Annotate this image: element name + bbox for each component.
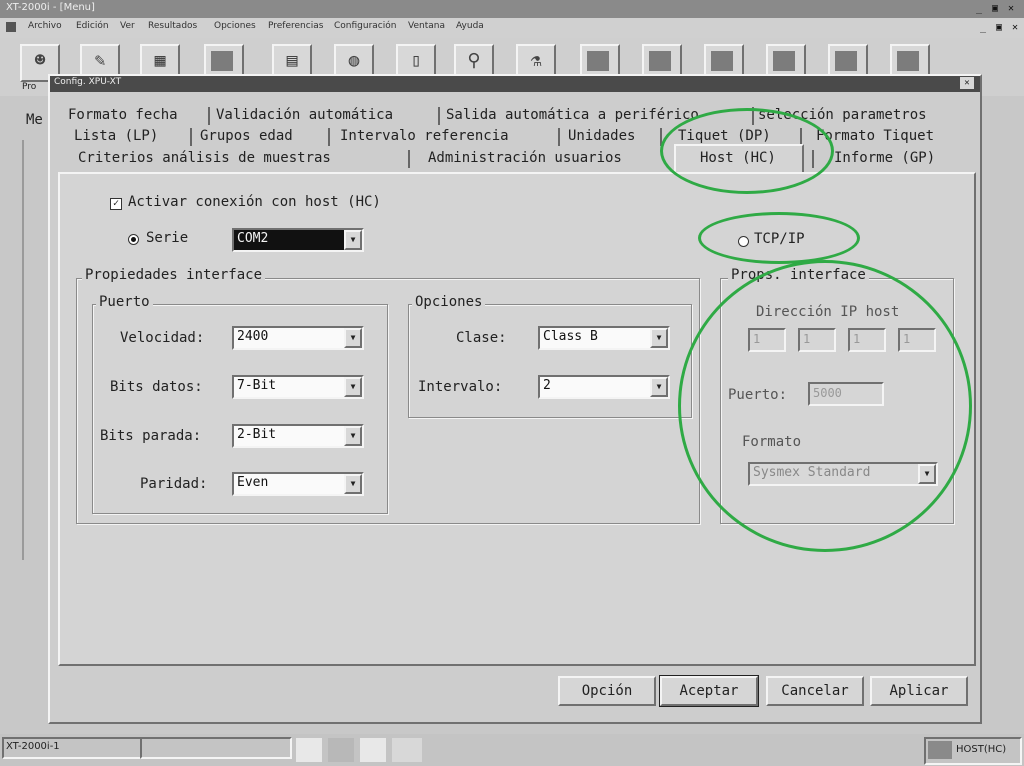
window-icon[interactable] — [360, 738, 386, 762]
paridad-select[interactable]: Even ▼ — [232, 472, 364, 496]
bits-datos-value: 7-Bit — [237, 378, 277, 393]
velocidad-label: Velocidad: — [120, 330, 205, 346]
opciones-group-title: Opciones — [412, 294, 486, 310]
intervalo-select[interactable]: 2 ▼ — [538, 375, 670, 399]
paridad-value: Even — [237, 475, 269, 490]
clase-label: Clase: — [456, 330, 507, 346]
tab-formato-tiquet[interactable]: Formato Tiquet — [816, 128, 934, 144]
statusbar: XT-2000i-1 HOST(HC) — [0, 734, 1024, 766]
annotation-host-tab — [660, 108, 834, 194]
mdi-minimize-button[interactable]: _ — [976, 22, 990, 34]
app-title: XT-2000i - [Menu] — [6, 2, 95, 13]
serie-radio[interactable] — [128, 234, 139, 245]
dialog-title: Config. XPU-XT — [54, 77, 122, 87]
menu-edicion[interactable]: Edición — [76, 21, 109, 31]
chevron-down-icon[interactable]: ▼ — [344, 230, 362, 250]
dialog-titlebar: Config. XPU-XT ✕ — [50, 76, 980, 92]
tab-separator — [438, 107, 440, 125]
tab-lista-lp[interactable]: Lista (LP) — [74, 128, 158, 144]
activate-host-checkbox[interactable]: ✓ — [110, 198, 122, 210]
aceptar-button[interactable]: Aceptar — [659, 675, 759, 707]
toolbar-label: Pro — [22, 82, 37, 92]
menu-preferencias[interactable]: Preferencias — [268, 21, 323, 31]
puerto-group-title: Puerto — [96, 294, 153, 310]
tab-salida-automatica[interactable]: Salida automática a periférico — [446, 107, 699, 123]
menu-ventana[interactable]: Ventana — [408, 21, 445, 31]
chevron-down-icon[interactable]: ▼ — [344, 474, 362, 494]
close-button[interactable]: ✕ — [1004, 3, 1018, 15]
intervalo-value: 2 — [543, 378, 551, 393]
cancelar-button[interactable]: Cancelar — [766, 676, 864, 706]
mdi-maximize-button[interactable]: ▣ — [992, 22, 1006, 34]
statusbar-cell-host: HOST(HC) — [924, 737, 1022, 765]
maximize-button[interactable]: ▣ — [988, 3, 1002, 15]
dialog-close-button[interactable]: ✕ — [960, 77, 974, 89]
chevron-down-icon[interactable]: ▼ — [344, 377, 362, 397]
host-icon — [928, 741, 952, 759]
annotation-tcpip — [698, 212, 860, 264]
menubar: Archivo Edición Ver Resultados Opciones … — [0, 18, 1024, 38]
bits-parada-select[interactable]: 2-Bit ▼ — [232, 424, 364, 448]
mdi-close-button[interactable]: ✕ — [1008, 22, 1022, 34]
tab-informe-gp[interactable]: Informe (GP) — [834, 150, 935, 166]
chevron-down-icon[interactable]: ▼ — [344, 328, 362, 348]
tab-grupos-edad[interactable]: Grupos edad — [200, 128, 293, 144]
velocidad-value: 2400 — [237, 329, 269, 344]
annotation-tcpip-properties — [678, 260, 972, 552]
statusbar-cell-empty — [140, 737, 292, 759]
interface-properties-title: Propiedades interface — [82, 267, 266, 283]
statusbar-instrument: XT-2000i-1 — [6, 741, 60, 752]
opciones-group — [408, 304, 692, 418]
tab-separator — [208, 107, 210, 125]
bits-parada-label: Bits parada: — [100, 428, 202, 444]
statusbar-host: HOST(HC) — [956, 744, 1007, 755]
activate-host-label: Activar conexión con host (HC) — [128, 194, 381, 210]
tab-unidades[interactable]: Unidades — [568, 128, 635, 144]
paridad-label: Paridad: — [140, 476, 208, 492]
chevron-down-icon[interactable]: ▼ — [650, 328, 668, 348]
tab-separator — [190, 128, 192, 146]
minimize-button[interactable]: _ — [972, 3, 986, 15]
pen-icon[interactable] — [328, 738, 354, 762]
menu-ver[interactable]: Ver — [120, 21, 135, 31]
serie-port-select[interactable]: COM2 ▼ — [232, 228, 364, 252]
printer-icon[interactable] — [296, 738, 322, 762]
app-menu-icon[interactable] — [6, 22, 16, 32]
menu-opciones[interactable]: Opciones — [214, 21, 256, 31]
chevron-down-icon[interactable]: ▼ — [344, 426, 362, 446]
bits-datos-label: Bits datos: — [110, 379, 203, 395]
tab-validacion-automatica[interactable]: Validación automática — [216, 107, 393, 123]
serie-port-value: COM2 — [237, 231, 269, 246]
velocidad-select[interactable]: 2400 ▼ — [232, 326, 364, 350]
aplicar-button[interactable]: Aplicar — [870, 676, 968, 706]
tab-separator — [558, 128, 560, 146]
tab-criterios-analisis[interactable]: Criterios análisis de muestras — [78, 150, 331, 166]
statusbar-cell-instrument: XT-2000i-1 — [2, 737, 142, 759]
serie-label: Serie — [146, 230, 189, 246]
chevron-down-icon[interactable]: ▼ — [650, 377, 668, 397]
menu-configuracion[interactable]: Configuración — [334, 21, 396, 31]
app-titlebar: XT-2000i - [Menu] _ ▣ ✕ — [0, 0, 1024, 18]
clipboard-icon[interactable] — [392, 738, 422, 762]
tab-administracion-usuarios[interactable]: Administración usuarios — [428, 150, 622, 166]
tab-intervalo-referencia[interactable]: Intervalo referencia — [340, 128, 509, 144]
opcion-button[interactable]: Opción — [558, 676, 656, 706]
bits-parada-value: 2-Bit — [237, 427, 277, 442]
tab-separator — [328, 128, 330, 146]
background-divider — [22, 140, 24, 560]
menu-archivo[interactable]: Archivo — [28, 21, 62, 31]
intervalo-label: Intervalo: — [418, 379, 503, 395]
bits-datos-select[interactable]: 7-Bit ▼ — [232, 375, 364, 399]
tab-formato-fecha[interactable]: Formato fecha — [68, 107, 178, 123]
clase-select[interactable]: Class B ▼ — [538, 326, 670, 350]
menu-ayuda[interactable]: Ayuda — [456, 21, 484, 31]
tab-separator — [408, 150, 410, 168]
menu-resultados[interactable]: Resultados — [148, 21, 197, 31]
background-menu-label: Me — [26, 112, 43, 128]
clase-value: Class B — [543, 329, 598, 344]
